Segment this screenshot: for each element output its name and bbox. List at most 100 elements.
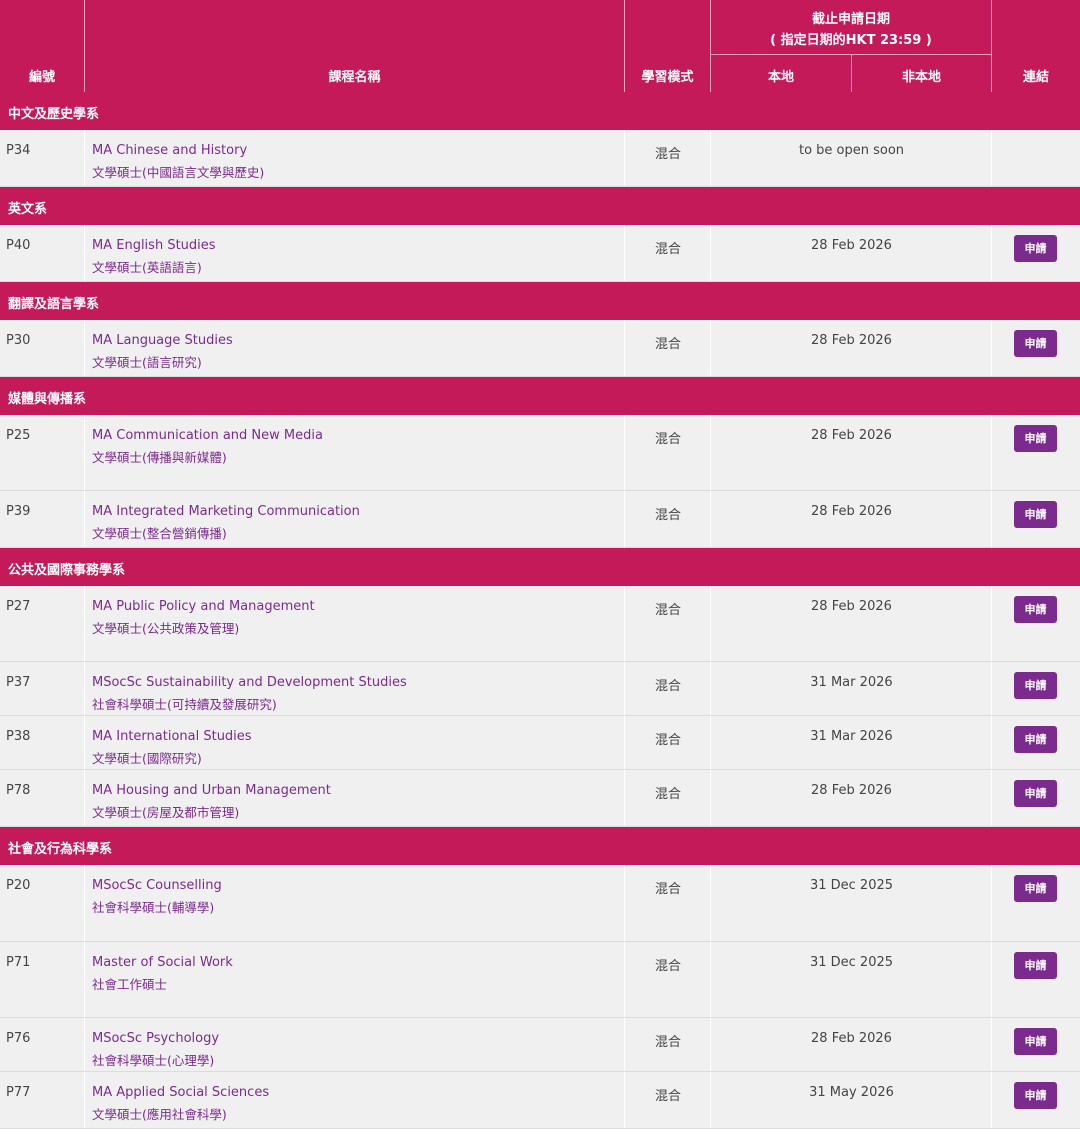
course-name-en[interactable]: MSocSc Sustainability and Development St…	[92, 675, 407, 690]
table-row: P78 MA Housing and Urban Management 文學碩士…	[0, 770, 1080, 827]
study-mode: 混合	[654, 1089, 681, 1104]
cell-divider	[711, 1072, 992, 1128]
header-course-name: 課程名稱	[328, 70, 381, 85]
course-name-zh[interactable]: 文學碩士(英語語言)	[92, 257, 202, 276]
deadline-date: 28 Feb 2026	[811, 428, 892, 443]
section-header: 社會及行為科學系	[0, 827, 1080, 865]
course-name-en[interactable]: MA Communication and New Media	[92, 428, 323, 443]
course-name-zh[interactable]: 文學碩士(國際研究)	[92, 748, 202, 767]
course-name-en[interactable]: MA Public Policy and Management	[92, 599, 315, 614]
apply-button[interactable]: 申請	[1014, 425, 1057, 452]
study-mode: 混合	[654, 733, 681, 748]
table-row: P37 MSocSc Sustainability and Developmen…	[0, 662, 1080, 716]
cell-divider	[0, 225, 85, 281]
course-name-en[interactable]: Master of Social Work	[92, 955, 233, 970]
header-deadline-note: ( 指定日期的HKT 23:59 )	[770, 33, 932, 48]
cell-divider	[0, 320, 85, 376]
study-mode: 混合	[654, 882, 681, 897]
header-deadline: 截止申請日期	[811, 12, 890, 27]
course-name-en[interactable]: MA Chinese and History	[92, 143, 247, 158]
deadline-date: 28 Feb 2026	[811, 504, 892, 519]
course-name-zh[interactable]: 社會科學碩士(心理學)	[92, 1050, 214, 1069]
table-row: P38 MA International Studies 文學碩士(國際研究) …	[0, 716, 1080, 770]
apply-button[interactable]: 申請	[1014, 952, 1057, 979]
course-code: P77	[6, 1085, 31, 1100]
table-row: P20 MSocSc Counselling 社會科學碩士(輔導學) 混合 31…	[0, 865, 1080, 942]
cell-divider	[0, 130, 85, 186]
course-name-en[interactable]: MA International Studies	[92, 729, 252, 744]
deadline-date: 31 Dec 2025	[809, 878, 894, 893]
header-study-mode: 學習模式	[641, 70, 694, 85]
course-name-en[interactable]: MSocSc Counselling	[92, 878, 222, 893]
study-mode: 混合	[654, 603, 681, 618]
cell-divider	[711, 942, 992, 1017]
course-name-zh[interactable]: 文學碩士(中國語言文學與歷史)	[92, 162, 264, 181]
course-name-zh[interactable]: 文學碩士(房屋及都市管理)	[92, 802, 239, 821]
header-local: 本地	[767, 70, 794, 85]
cell-divider	[711, 320, 992, 376]
deadline-date: 28 Feb 2026	[811, 1031, 892, 1046]
course-name-zh[interactable]: 文學碩士(整合營銷傳播)	[92, 523, 227, 542]
course-code: P20	[6, 878, 31, 893]
course-code: P27	[6, 599, 31, 614]
cell-divider	[711, 586, 992, 661]
table-row: P71 Master of Social Work 社會工作碩士 混合 31 D…	[0, 942, 1080, 1018]
study-mode: 混合	[654, 508, 681, 523]
course-name-zh[interactable]: 文學碩士(語言研究)	[92, 352, 202, 371]
deadline-date: 28 Feb 2026	[811, 783, 892, 798]
study-mode: 混合	[654, 787, 681, 802]
course-name-zh[interactable]: 社會工作碩士	[92, 974, 167, 993]
cell-divider	[711, 770, 992, 826]
table-row: P76 MSocSc Psychology 社會科學碩士(心理學) 混合 28 …	[0, 1018, 1080, 1072]
cell-divider	[0, 1072, 85, 1128]
cell-divider	[625, 942, 711, 1017]
course-name-zh[interactable]: 文學碩士(公共政策及管理)	[92, 618, 239, 637]
deadline-date: 28 Feb 2026	[811, 333, 892, 348]
apply-button[interactable]: 申請	[1014, 1082, 1057, 1109]
study-mode: 混合	[654, 1035, 681, 1050]
course-name-en[interactable]: MA Applied Social Sciences	[92, 1085, 269, 1100]
divider	[711, 54, 991, 55]
course-name-en[interactable]: MA Integrated Marketing Communication	[92, 504, 360, 519]
course-code: P25	[6, 428, 31, 443]
cell-divider	[0, 942, 85, 1017]
course-name-zh[interactable]: 社會科學碩士(可持續及發展研究)	[92, 694, 277, 713]
study-mode: 混合	[654, 242, 681, 257]
apply-button[interactable]: 申請	[1014, 875, 1057, 902]
apply-button[interactable]: 申請	[1014, 780, 1057, 807]
apply-button[interactable]: 申請	[1014, 330, 1057, 357]
cell-divider	[625, 586, 711, 661]
cell-divider	[625, 865, 711, 941]
cell-divider	[625, 415, 711, 490]
course-name-zh[interactable]: 社會科學碩士(輔導學)	[92, 897, 214, 916]
header-link: 連結	[1022, 70, 1049, 85]
course-name-en[interactable]: MA English Studies	[92, 238, 216, 253]
course-name-en[interactable]: MA Housing and Urban Management	[92, 783, 331, 798]
apply-button[interactable]: 申請	[1014, 672, 1057, 699]
apply-button[interactable]: 申請	[1014, 501, 1057, 528]
section-header: 翻譯及語言學系	[0, 282, 1080, 320]
table-header: 編號 課程名稱 學習模式 截止申請日期 ( 指定日期的HKT 23:59 ) 本…	[0, 0, 1080, 92]
apply-button[interactable]: 申請	[1014, 726, 1057, 753]
deadline-date: 31 Mar 2026	[810, 675, 893, 690]
course-name-zh[interactable]: 文學碩士(應用社會科學)	[92, 1104, 227, 1123]
section-header: 中文及歷史學系	[0, 92, 1080, 130]
deadline-date: 31 May 2026	[809, 1085, 894, 1100]
course-name-en[interactable]: MA Language Studies	[92, 333, 233, 348]
table-row: P25 MA Communication and New Media 文學碩士(…	[0, 415, 1080, 491]
header-non-local: 非本地	[901, 70, 941, 85]
table-row: P30 MA Language Studies 文學碩士(語言研究) 混合 28…	[0, 320, 1080, 377]
apply-button[interactable]: 申請	[1014, 596, 1057, 623]
cell-divider	[711, 225, 992, 281]
course-name-en[interactable]: MSocSc Psychology	[92, 1031, 219, 1046]
course-code: P34	[6, 143, 31, 158]
course-code: P71	[6, 955, 31, 970]
section-header: 媒體與傳播系	[0, 377, 1080, 415]
course-code: P78	[6, 783, 31, 798]
table-row: P40 MA English Studies 文學碩士(英語語言) 混合 28 …	[0, 225, 1080, 282]
cell-divider	[711, 491, 992, 547]
table-row: P27 MA Public Policy and Management 文學碩士…	[0, 586, 1080, 662]
apply-button[interactable]: 申請	[1014, 235, 1057, 262]
course-name-zh[interactable]: 文學碩士(傳播與新媒體)	[92, 447, 227, 466]
apply-button[interactable]: 申請	[1014, 1028, 1057, 1055]
